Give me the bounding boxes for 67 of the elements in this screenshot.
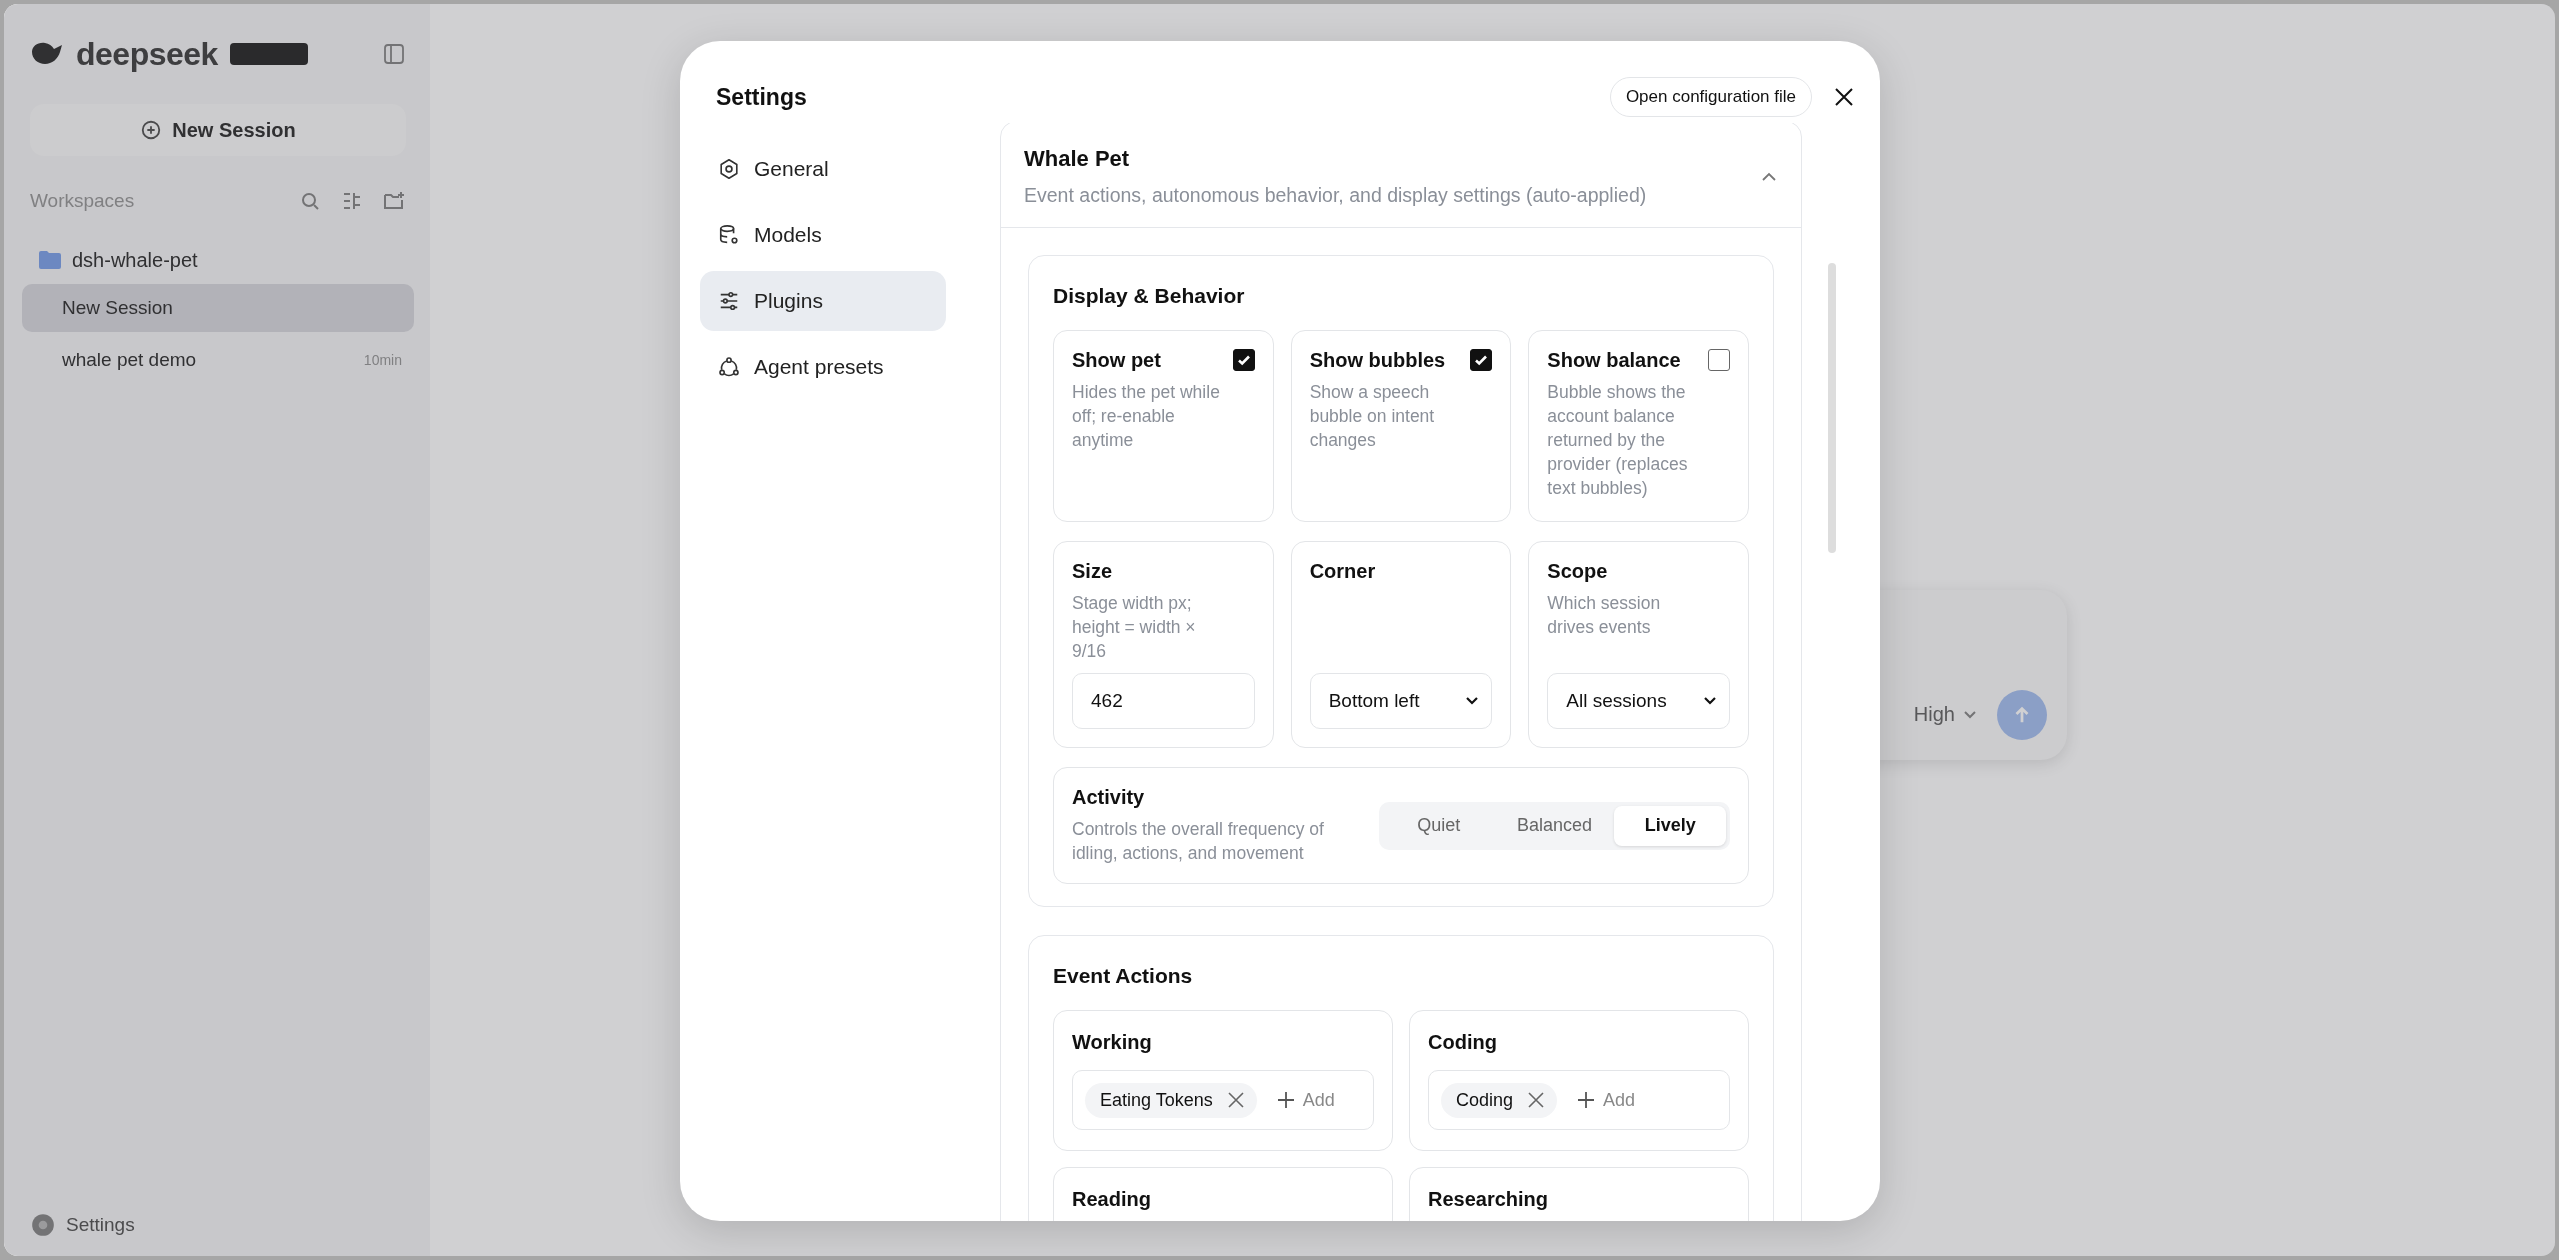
settings-icon — [718, 158, 740, 180]
session-item[interactable]: New Session — [22, 284, 414, 332]
workspace-item[interactable]: dsh-whale-pet — [30, 238, 406, 282]
setting-title: Scope — [1547, 560, 1609, 583]
setting-title: Show pet — [1072, 349, 1161, 372]
plus-icon — [1276, 1091, 1295, 1109]
effort-selector[interactable]: High — [1913, 703, 1977, 726]
app-logo: deepseek — [76, 35, 218, 73]
checkbox[interactable] — [1708, 349, 1730, 371]
sidebar-toggle-icon[interactable] — [382, 42, 406, 66]
action-chip: Coding — [1441, 1082, 1558, 1118]
action-field[interactable]: Coding Add — [1428, 1070, 1730, 1130]
section-title: Event Actions — [1053, 964, 1194, 988]
event-title: Reading — [1072, 1188, 1152, 1211]
setting-description: Which session drives events — [1547, 592, 1662, 639]
number-input[interactable]: 462 — [1072, 673, 1255, 729]
setting-title: Activity — [1072, 786, 1145, 808]
checkbox[interactable] — [1232, 349, 1255, 371]
scrollbar[interactable] — [1828, 263, 1836, 553]
segment-option[interactable]: Balanced — [1498, 805, 1611, 846]
open-config-button[interactable]: Open configuration file — [1609, 77, 1812, 117]
setting-title: Show balance — [1547, 349, 1681, 372]
new-session-button[interactable]: New Session — [30, 104, 406, 156]
plugin-title: Whale Pet — [1024, 146, 1131, 172]
chevron-up-icon[interactable] — [1761, 171, 1777, 182]
nav-item[interactable]: General — [700, 139, 946, 199]
action-chip: Eating Tokens — [1085, 1082, 1257, 1118]
checkbox[interactable] — [1470, 349, 1493, 371]
event-title: Researching — [1428, 1188, 1550, 1211]
plus-circle-icon — [140, 119, 163, 141]
folder-icon — [38, 250, 62, 270]
database-icon — [718, 224, 740, 246]
plugin-header[interactable]: Whale Pet Event actions, autonomous behavior, and display settings (auto-applied) — [1001, 123, 1801, 228]
plugin-subtitle: Event actions, autonomous behavior, and display settings (auto-applied) — [1024, 184, 1648, 207]
workspaces-label: Workspaces — [30, 190, 136, 212]
event-title: Coding — [1428, 1031, 1498, 1054]
event-title: Working — [1072, 1031, 1153, 1054]
setting-description: Hides the pet while off; re-enable anytime — [1072, 381, 1221, 452]
nodes-icon — [718, 356, 740, 378]
setting-description: Bubble shows the account balance returned by the provider (replaces text bubbles) — [1547, 381, 1689, 500]
add-action-button[interactable]: Add — [1276, 1089, 1335, 1111]
select-dropdown[interactable]: All sessions — [1547, 673, 1730, 729]
settings-link[interactable]: Settings — [30, 1212, 406, 1238]
segment-option[interactable]: Quiet — [1383, 805, 1495, 846]
setting-title: Show bubbles — [1309, 349, 1446, 372]
session-item[interactable]: whale pet demo 10min — [22, 336, 414, 384]
action-field[interactable]: Eating Tokens Add — [1072, 1070, 1374, 1130]
plus-icon — [1577, 1091, 1596, 1109]
add-action-button[interactable]: Add — [1577, 1089, 1636, 1111]
select-dropdown[interactable]: Bottom left — [1309, 673, 1493, 729]
setting-description: Show a speech bubble on intent changes — [1309, 381, 1436, 452]
settings-icon — [30, 1212, 56, 1238]
dialog-title: Settings — [716, 83, 808, 111]
close-icon[interactable] — [1834, 87, 1854, 107]
setting-description: Controls the overall frequency of idling, actions, and movement — [1072, 818, 1325, 865]
setting-title: Size — [1072, 560, 1114, 583]
section-title: Display & Behavior — [1053, 284, 1246, 308]
setting-title: Corner — [1309, 560, 1377, 583]
sliders-icon — [718, 290, 740, 312]
segment-option[interactable]: Lively — [1614, 805, 1726, 846]
nav-item[interactable]: Agent presets — [700, 337, 946, 397]
nav-item[interactable]: Models — [700, 205, 946, 265]
setting-description: Stage width px; height = width × 9/16 — [1072, 592, 1197, 663]
chevron-down-icon — [1703, 696, 1717, 706]
caret-icon — [1963, 709, 1977, 720]
nav-item[interactable]: Plugins — [700, 271, 946, 331]
chevron-down-icon — [1465, 696, 1480, 706]
